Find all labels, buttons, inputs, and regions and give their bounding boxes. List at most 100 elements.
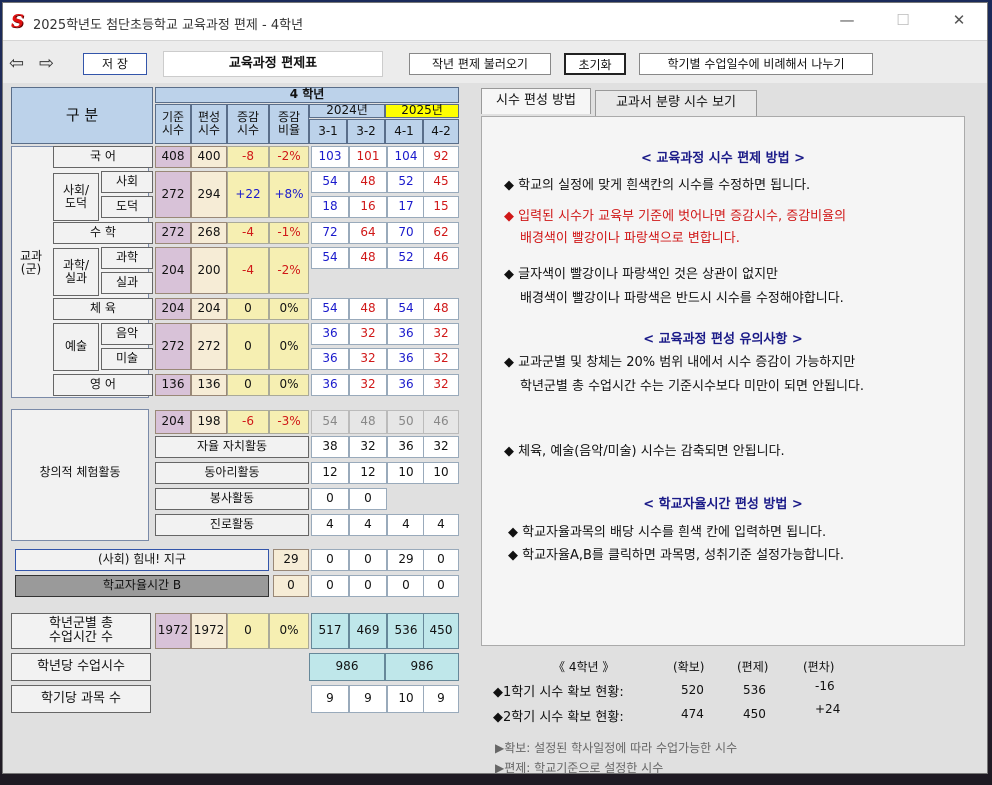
hours-cell[interactable]: 32 — [423, 374, 459, 396]
hours-cell[interactable]: 54 — [311, 410, 349, 434]
hours-cell[interactable]: 16 — [349, 196, 387, 218]
hours-cell[interactable]: 70 — [387, 222, 425, 244]
row-label-pe: 체 육 — [53, 298, 153, 320]
grade-header: 4 학년 — [155, 87, 459, 103]
hours-cell[interactable]: 32 — [423, 323, 459, 345]
hours-cell[interactable]: 10 — [387, 462, 425, 484]
hours-cell[interactable]: 12 — [349, 462, 387, 484]
hours-cell[interactable]: 64 — [349, 222, 387, 244]
hours-cell[interactable]: 101 — [349, 146, 387, 168]
minimize-button[interactable]: — — [833, 11, 861, 35]
panel-line: 배경색이 빨강이나 파랑색은 반드시 시수를 수정해야합니다. — [520, 291, 844, 306]
row-label-autonomy: 자율 자치활동 — [155, 436, 309, 458]
planned-hours: 1972 — [191, 613, 227, 649]
hours-cell[interactable]: 54 — [311, 298, 349, 320]
hours-cell[interactable]: 9 — [311, 685, 349, 713]
hours-cell[interactable]: 36 — [311, 323, 349, 345]
load-previous-button[interactable]: 작년 편제 불러오기 — [409, 53, 551, 75]
hours-cell[interactable]: 103 — [311, 146, 349, 168]
hours-cell[interactable]: 45 — [423, 171, 459, 193]
planned-hours: 400 — [191, 146, 227, 168]
hours-cell[interactable]: 450 — [423, 613, 459, 649]
panel-line: ◆ 교과군별 및 창체는 20% 범위 내에서 시수 증감이 가능하지만 — [504, 355, 856, 370]
hours-cell[interactable]: 62 — [423, 222, 459, 244]
tab-method[interactable]: 시수 편성 방법 — [481, 88, 591, 114]
hours-cell[interactable]: 50 — [387, 410, 425, 434]
hours-cell[interactable]: 469 — [349, 613, 387, 649]
hours-cell[interactable]: 36 — [387, 374, 425, 396]
method-panel: < 교육과정 시수 편제 방법 > ◆ 학교의 실정에 맞게 흰색칸의 시수를 … — [481, 116, 965, 646]
col-planned: 편성 시수 — [191, 104, 227, 144]
hours-cell[interactable]: 29 — [387, 549, 425, 571]
hours-cell[interactable]: 32 — [423, 348, 459, 370]
hours-cell[interactable]: 9 — [423, 685, 459, 713]
hours-cell[interactable]: 32 — [349, 436, 387, 458]
panel-line: ◆ 학교자율과목의 배당 시수를 흰색 칸에 입력하면 됩니다. — [508, 525, 827, 540]
hours-cell[interactable]: 92 — [423, 146, 459, 168]
hours-cell[interactable]: 32 — [423, 436, 459, 458]
hours-cell[interactable]: 517 — [311, 613, 349, 649]
hours-cell[interactable]: 0 — [311, 549, 349, 571]
hours-cell[interactable]: 9 — [349, 685, 387, 713]
hours-cell[interactable]: 12 — [311, 462, 349, 484]
hours-cell[interactable]: 0 — [311, 488, 349, 510]
row-label-math: 수 학 — [53, 222, 153, 244]
hours-cell[interactable]: 32 — [349, 348, 387, 370]
hours-cell[interactable]: 32 — [349, 374, 387, 396]
hours-cell[interactable]: 52 — [387, 247, 425, 269]
forward-arrow-icon[interactable]: ⇨ — [39, 53, 54, 74]
hours-cell[interactable]: 17 — [387, 196, 425, 218]
hours-cell[interactable]: 15 — [423, 196, 459, 218]
hours-cell[interactable]: 46 — [423, 247, 459, 269]
hours-cell[interactable]: 72 — [311, 222, 349, 244]
close-button[interactable]: ✕ — [945, 11, 973, 35]
hours-cell[interactable]: 36 — [387, 436, 425, 458]
hours-cell[interactable]: 10 — [387, 685, 425, 713]
save-button[interactable]: 저 장 — [83, 53, 147, 75]
hours-cell[interactable]: 36 — [387, 348, 425, 370]
hours-cell[interactable]: 0 — [387, 575, 425, 597]
earth-planned-hours[interactable]: 29 — [273, 549, 309, 571]
hours-cell[interactable]: 54 — [387, 298, 425, 320]
reset-button[interactable]: 초기화 — [564, 53, 626, 75]
back-arrow-icon[interactable]: ⇦ — [9, 53, 24, 74]
hours-cell[interactable]: 36 — [387, 323, 425, 345]
hours-cell[interactable]: 36 — [311, 348, 349, 370]
diff-hours: 0 — [227, 613, 269, 649]
hours-cell[interactable]: 0 — [349, 488, 387, 510]
hours-cell[interactable]: 48 — [349, 171, 387, 193]
hours-cell[interactable]: 0 — [423, 549, 459, 571]
hours-cell[interactable]: 46 — [423, 410, 459, 434]
hours-cell[interactable]: 0 — [349, 549, 387, 571]
science-group-label: 과학/ 실과 — [53, 248, 99, 296]
hours-cell[interactable]: 54 — [311, 171, 349, 193]
hours-cell[interactable]: 48 — [423, 298, 459, 320]
hours-cell[interactable]: 536 — [387, 613, 425, 649]
hours-cell[interactable]: 54 — [311, 247, 349, 269]
hours-cell[interactable]: 4 — [387, 514, 425, 536]
hours-cell[interactable]: 0 — [423, 575, 459, 597]
hours-cell[interactable]: 36 — [311, 374, 349, 396]
row-label-earth[interactable]: (사회) 힘내! 지구 — [15, 549, 269, 571]
hours-cell[interactable]: 52 — [387, 171, 425, 193]
divide-by-days-button[interactable]: 학기별 수업일수에 비례해서 나누기 — [639, 53, 873, 75]
hours-cell[interactable]: 48 — [349, 410, 387, 434]
hours-cell[interactable]: 4 — [349, 514, 387, 536]
hours-cell[interactable]: 4 — [423, 514, 459, 536]
row-label-english: 영 어 — [53, 374, 153, 396]
hours-cell[interactable]: 18 — [311, 196, 349, 218]
hours-cell[interactable]: 4 — [311, 514, 349, 536]
hours-cell[interactable]: 48 — [349, 298, 387, 320]
school-autonomy-b-button[interactable]: 학교자율시간 B — [15, 575, 269, 597]
hours-cell[interactable]: 104 — [387, 146, 425, 168]
hours-cell[interactable]: 0 — [349, 575, 387, 597]
hours-cell[interactable]: 10 — [423, 462, 459, 484]
hours-cell[interactable]: 32 — [349, 323, 387, 345]
hours-cell[interactable]: 38 — [311, 436, 349, 458]
social-group-label: 사회/ 도덕 — [53, 173, 99, 221]
hours-cell[interactable]: 48 — [349, 247, 387, 269]
maximize-button[interactable]: ☐ — [889, 11, 917, 35]
tab-textbook-hours[interactable]: 교과서 분량 시수 보기 — [595, 90, 757, 116]
row-label-social: 사회 — [101, 171, 153, 193]
hours-cell[interactable]: 0 — [311, 575, 349, 597]
